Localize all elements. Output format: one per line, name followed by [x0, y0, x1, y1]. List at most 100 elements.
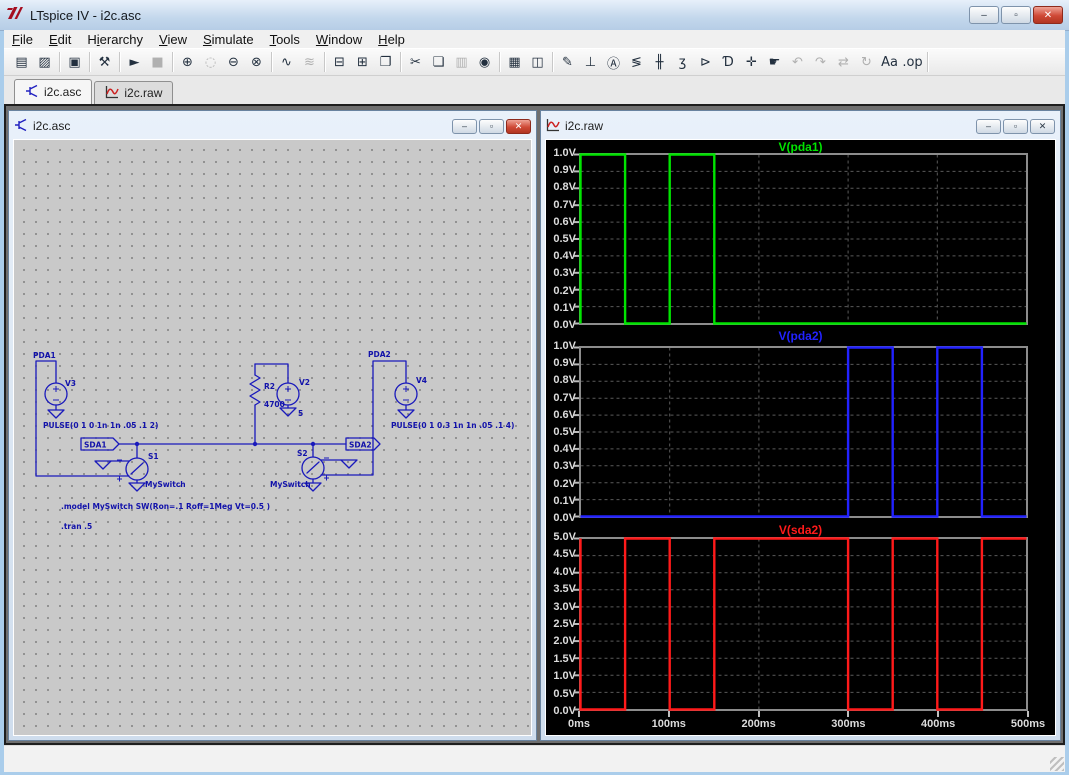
draw-wire-button[interactable]: ✎ [556, 51, 579, 73]
x-tick-label: 300ms [831, 718, 866, 730]
schematic-drawing: PDA1 V3 PULSE(0 1 0 1n 1n .05 .1 2) SDA1… [33, 350, 514, 531]
y-tick-label: 3.0V [553, 600, 576, 613]
app-title: LTspice IV - i2c.asc [30, 7, 142, 23]
x-tick-label: 0ms [567, 718, 591, 730]
toolbar-separator [89, 52, 90, 72]
menu-hierarchy[interactable]: Hierarchy [79, 31, 151, 48]
toolbar-separator [927, 52, 928, 72]
tile-horizontal-button[interactable]: ⊟ [328, 51, 351, 73]
menu-view[interactable]: View [151, 31, 195, 48]
tile-vertical-button[interactable]: ⊞ [351, 51, 374, 73]
run-simulation-button[interactable]: ► [123, 51, 146, 73]
r2-value: 4700 [264, 400, 285, 409]
y-tick-label: 0.7V [553, 198, 576, 211]
y-tick-label: 0.8V [553, 181, 576, 194]
place-resistor-button[interactable]: ≶ [625, 51, 648, 73]
close-button[interactable]: ✕ [1033, 6, 1063, 24]
menu-file[interactable]: File [4, 31, 41, 48]
close-button[interactable]: ✕ [1030, 118, 1055, 134]
y-tick-label: 0.8V [553, 374, 576, 387]
y-tick-label: 0.5V [553, 233, 576, 245]
spice-directive-button[interactable]: .op [901, 51, 924, 73]
rotate-button: ↻ [861, 54, 872, 70]
plot-area-1[interactable] [574, 153, 1028, 325]
zoom-full-extents-button[interactable]: ⊗ [245, 51, 268, 73]
y-tick-label: 0.2V [553, 284, 576, 297]
x-tick [1027, 711, 1029, 717]
minimize-button[interactable]: – [976, 118, 1001, 134]
menu-help[interactable]: Help [370, 31, 413, 48]
plot-title-3[interactable]: V(sda2) [546, 523, 1055, 537]
tab-i2c-raw[interactable]: i2c.raw [94, 81, 174, 104]
y-tick-label: 0.1V [553, 494, 576, 507]
x-tick-label: 400ms [921, 718, 956, 730]
minimize-button[interactable]: – [969, 6, 999, 24]
waveform-window-titlebar[interactable]: i2c.raw – ▫ ✕ [544, 114, 1057, 138]
y-tick-label: 0.4V [553, 443, 576, 456]
print-preview-button[interactable]: ◫ [526, 51, 549, 73]
cascade-windows-button[interactable]: ❐ [374, 51, 397, 73]
drag-button[interactable]: ☛ [763, 51, 786, 73]
place-capacitor-button[interactable]: ╫ [648, 51, 671, 73]
place-component-button[interactable]: Ɗ [717, 51, 740, 73]
zoom-in-button[interactable]: ⊕ [176, 51, 199, 73]
menu-edit[interactable]: Edit [41, 31, 79, 48]
main-titlebar[interactable]: LTspice IV - i2c.asc – ▫ ✕ [0, 0, 1069, 31]
menu-tools[interactable]: Tools [262, 31, 308, 48]
save-button[interactable]: ▣ [63, 51, 86, 73]
menu-window[interactable]: Window [308, 31, 370, 48]
autorange-waveform-button[interactable]: ∿ [275, 51, 298, 73]
waveform-window: i2c.raw – ▫ ✕ V(pda1) 1.0V 0.9V 0.8V 0.7V 0.6V 0… [540, 110, 1061, 741]
move-button[interactable]: ✛ [740, 51, 763, 73]
y-tick-label: 5.0V [553, 531, 576, 543]
waveform-canvas[interactable]: V(pda1) 1.0V 0.9V 0.8V 0.7V 0.6V 0.5V 0.4V 0.3V 0… [545, 139, 1056, 736]
new-schematic-button[interactable]: ▤ [10, 51, 33, 73]
open-file-button[interactable]: ▨ [33, 51, 56, 73]
cut-button[interactable]: ✂ [404, 51, 427, 73]
maximize-button[interactable]: ▫ [1001, 6, 1031, 24]
plot-area-2[interactable] [574, 346, 1028, 518]
x-tick [847, 711, 850, 717]
print-button[interactable]: ▦ [503, 51, 526, 73]
place-text-button[interactable]: Aa [878, 51, 901, 73]
copy-button[interactable]: ❏ [427, 51, 450, 73]
waveform-window-title: i2c.raw [565, 119, 604, 133]
maximize-button[interactable]: ▫ [479, 118, 504, 134]
model-directive: .model MySwitch SW(Ron=.1 Roff=1Meg Vt=0… [61, 502, 270, 511]
place-net-label-button[interactable]: Ⓐ [602, 51, 625, 73]
zoom-out-button[interactable]: ⊖ [222, 51, 245, 73]
tab-label: i2c.asc [44, 85, 82, 99]
place-inductor-button[interactable]: ʒ [671, 51, 694, 73]
plot-title-1[interactable]: V(pda1) [546, 140, 1055, 154]
place-diode-button[interactable]: ⊳ [694, 51, 717, 73]
menu-simulate[interactable]: Simulate [195, 31, 262, 48]
schematic-canvas[interactable]: PDA1 V3 PULSE(0 1 0 1n 1n .05 .1 2) SDA1… [13, 139, 532, 736]
y-tick-label: 3.5V [553, 583, 576, 596]
y-tick-label: 0.9V [553, 164, 576, 177]
s1-model: MySwitch [145, 480, 186, 489]
y-tick-label: 1.0V [553, 340, 576, 352]
schematic-window: i2c.asc – ▫ ✕ PDA1 V3 PULSE(0 1 0 1n 1n … [8, 110, 537, 741]
tran-directive: .tran .5 [61, 522, 92, 531]
y-tick-label: 0.2V [553, 477, 576, 490]
y-tick-label: 2.0V [553, 635, 576, 648]
control-panel-button[interactable]: ⚒ [93, 51, 116, 73]
maximize-button[interactable]: ▫ [1003, 118, 1028, 134]
plot-settings-button: ≋ [304, 54, 315, 70]
x-tick [757, 711, 760, 717]
schematic-window-title: i2c.asc [33, 119, 71, 133]
find-button[interactable]: ◉ [473, 51, 496, 73]
y-tick-label: 0.5V [553, 687, 576, 700]
minimize-button[interactable]: – [452, 118, 477, 134]
tab-i2c-asc[interactable]: i2c.asc [14, 79, 93, 104]
x-tick-label: 200ms [741, 718, 776, 730]
resize-grip[interactable] [1050, 757, 1064, 771]
place-ground-button[interactable]: ⊥ [579, 51, 602, 73]
paste-button: ▥ [455, 54, 468, 70]
close-button[interactable]: ✕ [506, 118, 531, 134]
toolbar-separator [119, 52, 120, 72]
plot-title-2[interactable]: V(pda2) [546, 329, 1055, 343]
schematic-window-titlebar[interactable]: i2c.asc – ▫ ✕ [12, 114, 533, 138]
plot-area-3[interactable] [574, 537, 1028, 711]
x-tick [937, 711, 940, 717]
